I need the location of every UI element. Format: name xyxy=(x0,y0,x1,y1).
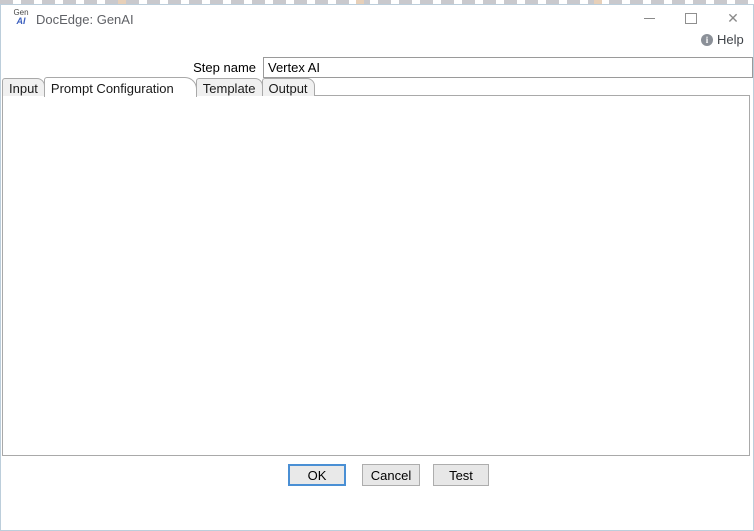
help-link[interactable]: i Help xyxy=(701,32,744,47)
test-button[interactable]: Test xyxy=(433,464,489,486)
genai-dialog: Gen AI DocEdge: GenAI ✕ i Help Step name… xyxy=(0,0,754,531)
minimize-icon xyxy=(644,18,655,19)
tab-output-label: Output xyxy=(269,81,308,96)
tab-content-panel xyxy=(2,95,750,456)
tab-template-label: Template xyxy=(203,81,256,96)
tab-prompt-configuration[interactable]: Prompt Configuration xyxy=(44,77,197,97)
ok-button[interactable]: OK xyxy=(288,464,346,486)
tab-input[interactable]: Input xyxy=(2,78,45,96)
genai-logo-icon: Gen AI xyxy=(10,9,32,26)
background-window-strip xyxy=(0,0,754,4)
tab-prompt-configuration-label: Prompt Configuration xyxy=(51,81,174,96)
step-name-input[interactable] xyxy=(263,57,753,78)
logo-text-bottom: AI xyxy=(10,17,32,26)
window-title: DocEdge: GenAI xyxy=(36,12,134,27)
step-name-label: Step name xyxy=(156,60,256,75)
info-icon: i xyxy=(701,34,713,46)
maximize-icon xyxy=(685,13,697,24)
tab-input-label: Input xyxy=(9,81,38,96)
cancel-button[interactable]: Cancel xyxy=(362,464,420,486)
maximize-button[interactable] xyxy=(676,7,706,29)
tab-bar: Input Prompt Configuration Template Outp… xyxy=(2,78,314,96)
minimize-button[interactable] xyxy=(634,7,664,29)
close-button[interactable]: ✕ xyxy=(718,7,748,29)
close-icon: ✕ xyxy=(727,11,739,25)
tab-output[interactable]: Output xyxy=(262,78,315,96)
tab-template[interactable]: Template xyxy=(196,78,263,96)
help-label: Help xyxy=(717,32,744,47)
